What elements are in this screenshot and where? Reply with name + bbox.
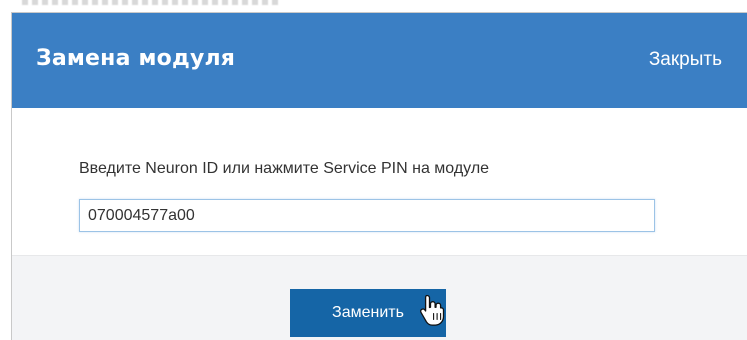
background-text-fragment (22, 0, 282, 5)
replace-button[interactable]: Заменить (290, 289, 446, 337)
screen: Замена модуля Закрыть Введите Neuron ID … (0, 0, 747, 340)
replace-module-dialog: Замена модуля Закрыть Введите Neuron ID … (11, 12, 747, 340)
close-link[interactable]: Закрыть (649, 49, 722, 71)
dialog-body: Введите Neuron ID или нажмите Service PI… (12, 108, 747, 255)
background-page-fragment (0, 0, 747, 12)
neuron-id-input[interactable] (79, 199, 655, 232)
dialog-footer: Заменить (12, 255, 747, 340)
dialog-header: Замена модуля Закрыть (12, 13, 747, 108)
neuron-id-prompt: Введите Neuron ID или нажмите Service PI… (79, 160, 490, 177)
dialog-title: Замена модуля (36, 46, 236, 71)
